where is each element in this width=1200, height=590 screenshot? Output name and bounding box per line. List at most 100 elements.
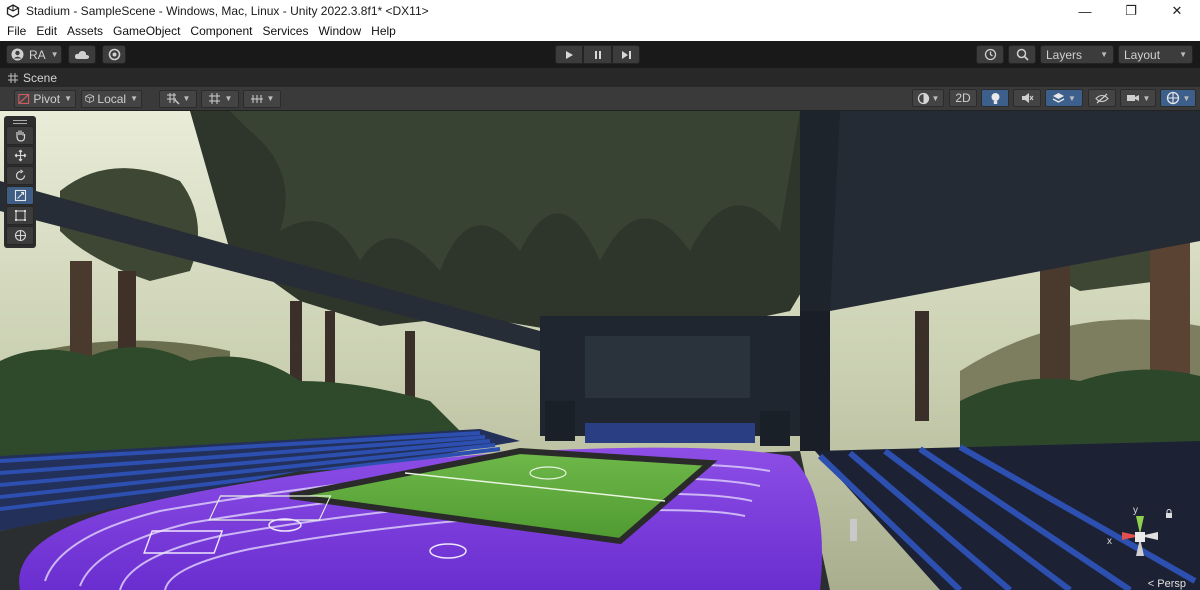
cloud-icon — [74, 50, 90, 59]
grid-icon — [8, 72, 18, 83]
snap-toggle[interactable]: ▼ — [159, 89, 197, 108]
minimize-icon: — — [1078, 3, 1092, 19]
step-button[interactable] — [612, 45, 640, 64]
gizmo-globe-icon — [1166, 91, 1179, 105]
gear-icon — [108, 48, 120, 61]
chevron-down-icon: ▼ — [130, 94, 138, 103]
chevron-down-icon: ▼ — [1100, 50, 1108, 59]
chevron-down-icon: ▼ — [931, 93, 940, 103]
pause-button[interactable] — [583, 45, 612, 64]
lightbulb-icon — [991, 92, 999, 104]
layers-stack-icon — [1052, 93, 1065, 103]
scale-icon — [14, 189, 26, 202]
play-button[interactable] — [555, 45, 583, 64]
stadium-scene-render — [0, 111, 1200, 590]
step-icon — [621, 50, 631, 59]
move-arrows-icon — [14, 149, 26, 162]
chevron-down-icon: ▼ — [182, 94, 191, 103]
speaker-mute-icon — [1021, 93, 1033, 103]
increment-snap-toggle[interactable]: ▼ — [201, 89, 239, 108]
lighting-toggle[interactable] — [981, 89, 1009, 107]
rect-transform-icon — [14, 210, 26, 221]
axis-y-label: y — [1133, 505, 1138, 516]
transform-tool-button[interactable] — [6, 226, 34, 245]
main-toolbar: RA ▼ Layers ▼ Layout ▼ — [0, 41, 1200, 68]
rotate-tool-button[interactable] — [6, 166, 34, 185]
maximize-button[interactable]: ❐ — [1108, 0, 1154, 22]
hand-tool-button[interactable] — [6, 126, 34, 145]
axis-x-label: x — [1107, 536, 1112, 547]
pivot-label: Pivot — [33, 91, 61, 106]
tab-scene-label: Scene — [23, 70, 58, 85]
pause-icon — [594, 50, 601, 59]
layout-label: Layout — [1124, 47, 1161, 62]
menu-assets[interactable]: Assets — [62, 22, 108, 41]
menu-help[interactable]: Help — [366, 22, 401, 41]
cube-icon — [85, 94, 95, 103]
unity-logo-icon — [6, 4, 20, 18]
increment-snap-icon — [208, 93, 220, 104]
layers-dropdown[interactable]: Layers ▼ — [1040, 45, 1114, 64]
menu-component[interactable]: Component — [185, 22, 257, 41]
menu-file[interactable]: File — [2, 22, 31, 41]
close-button[interactable]: ✕ — [1154, 0, 1200, 22]
rect-tool-button[interactable] — [6, 206, 34, 225]
local-label: Local — [97, 91, 127, 106]
tab-bar: Scene — [0, 68, 1200, 87]
scene-visibility-toggle[interactable] — [1088, 89, 1116, 107]
audio-toggle[interactable] — [1013, 89, 1041, 107]
chevron-down-icon: ▼ — [1179, 50, 1187, 59]
chevron-down-icon: ▼ — [1182, 93, 1191, 103]
projection-label[interactable]: < Persp — [1148, 578, 1186, 590]
cloud-button[interactable] — [68, 45, 96, 64]
minimize-button[interactable]: — — [1062, 0, 1108, 22]
scene-tool-palette — [4, 116, 36, 248]
chevron-down-icon: ▼ — [1068, 93, 1076, 103]
pivot-dropdown[interactable]: Pivot ▼ — [14, 89, 76, 108]
eye-hidden-icon — [1095, 93, 1109, 103]
window-title: Stadium - SampleScene - Windows, Mac, Li… — [26, 4, 429, 18]
2d-mode-button[interactable]: 2D — [949, 89, 977, 107]
camera-dropdown[interactable]: ▼ — [1120, 89, 1156, 107]
layers-label: Layers — [1046, 47, 1083, 62]
menu-services[interactable]: Services — [257, 22, 313, 41]
2d-mode-label: 2D — [955, 91, 971, 105]
chevron-down-icon: ▼ — [266, 94, 275, 103]
grid-snap-toggle[interactable]: ▼ — [243, 89, 281, 108]
history-icon — [984, 48, 996, 61]
chevron-down-icon: ▼ — [50, 50, 59, 59]
effects-dropdown[interactable]: ▼ — [1045, 89, 1083, 107]
collab-button[interactable] — [102, 45, 126, 64]
scale-tool-button[interactable] — [6, 186, 34, 205]
lock-icon[interactable] — [1165, 509, 1173, 519]
local-dropdown[interactable]: Local ▼ — [81, 89, 142, 108]
hand-icon — [15, 130, 25, 142]
snap-grid-icon — [166, 93, 179, 105]
camera-icon — [1126, 95, 1139, 101]
account-label: RA — [29, 47, 46, 62]
tab-scene[interactable]: Scene — [0, 68, 66, 87]
menu-edit[interactable]: Edit — [31, 22, 62, 41]
account-icon — [11, 48, 24, 61]
move-tool-button[interactable] — [6, 146, 34, 165]
menu-window[interactable]: Window — [313, 22, 366, 41]
play-icon — [566, 50, 573, 59]
menu-gameobject[interactable]: GameObject — [108, 22, 185, 41]
search-button[interactable] — [1008, 45, 1036, 64]
chevron-down-icon: ▼ — [224, 94, 233, 103]
restore-icon: ❐ — [1125, 3, 1137, 18]
account-dropdown[interactable]: RA ▼ — [6, 45, 62, 64]
ruler-icon — [250, 94, 263, 103]
menu-bar: File Edit Assets GameObject Component Se… — [0, 22, 1200, 41]
layout-dropdown[interactable]: Layout ▼ — [1118, 45, 1193, 64]
title-bar: Stadium - SampleScene - Windows, Mac, Li… — [0, 0, 1200, 22]
search-icon — [1016, 48, 1029, 61]
pivot-icon — [18, 93, 30, 104]
rotate-icon — [15, 169, 25, 181]
undo-history-button[interactable] — [976, 45, 1004, 64]
chevron-down-icon: ▼ — [1142, 93, 1151, 103]
draw-mode-dropdown[interactable]: ▼ — [912, 89, 944, 107]
scene-viewport[interactable]: y x < Persp — [0, 111, 1200, 590]
gizmos-dropdown[interactable]: ▼ — [1160, 89, 1196, 107]
drag-handle[interactable] — [6, 118, 34, 126]
